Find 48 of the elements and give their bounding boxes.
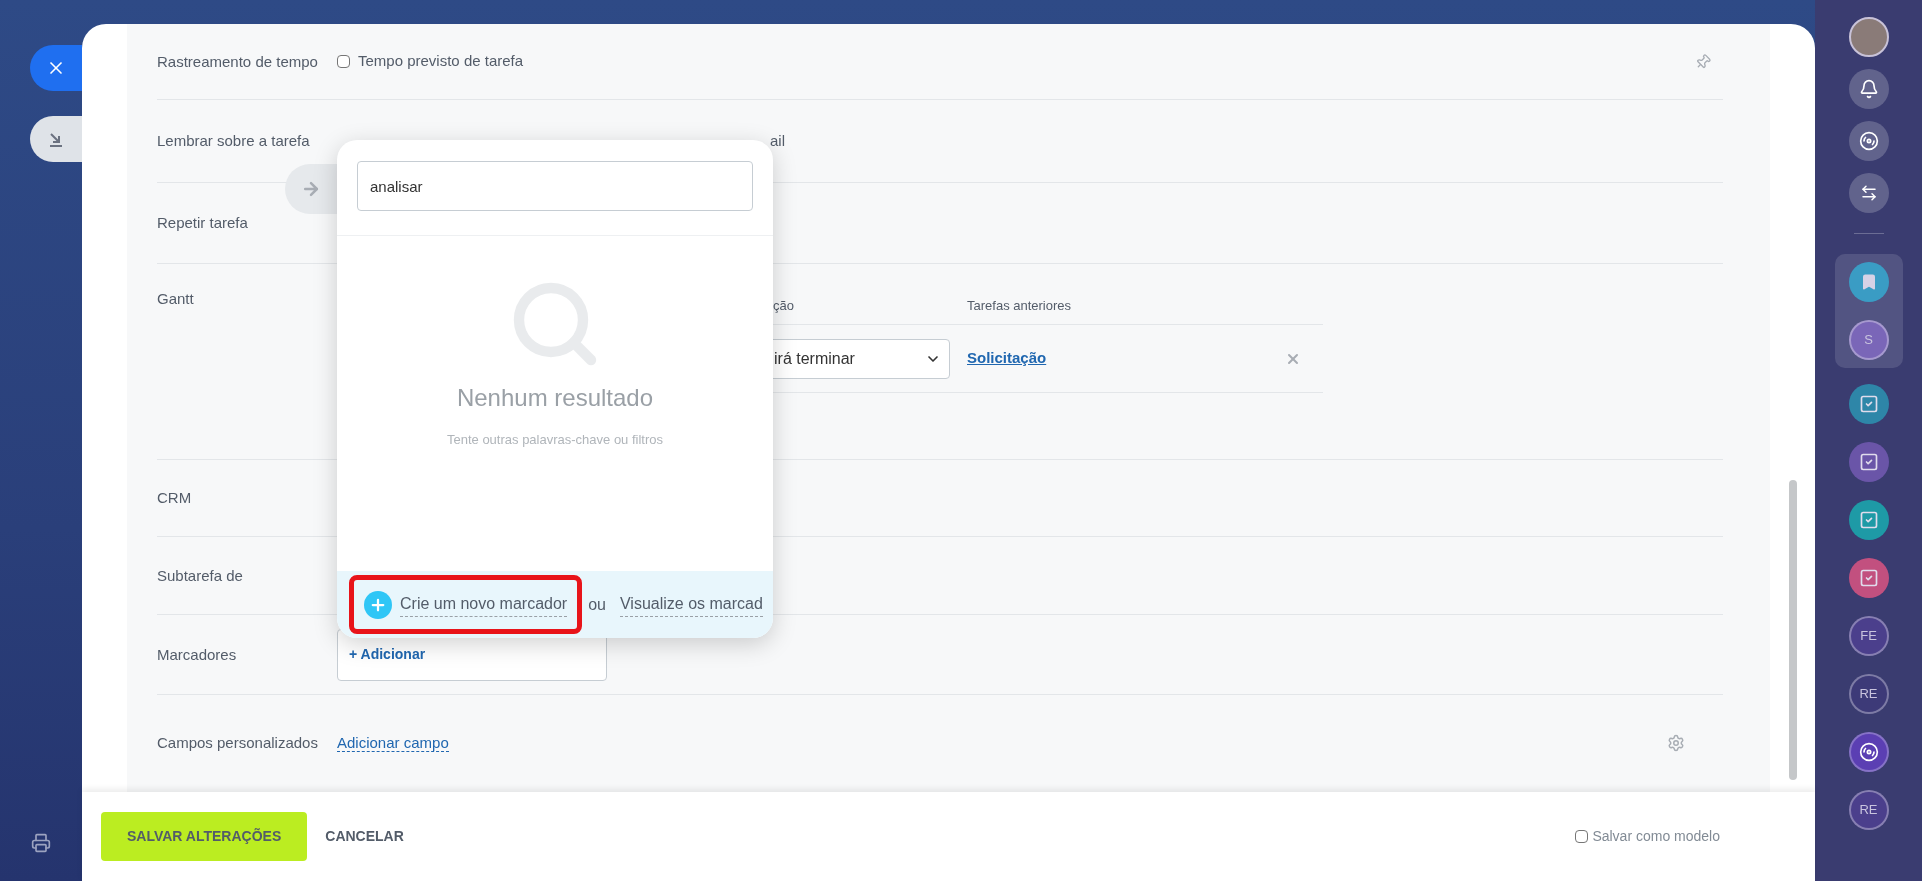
or-text: ou	[588, 594, 606, 615]
add-field-link[interactable]: Adicionar campo	[337, 733, 449, 752]
checkbox-label: Salvar como modelo	[1592, 827, 1720, 846]
field-label: Subtarefa de	[157, 565, 244, 586]
bookmark-button[interactable]	[1848, 262, 1889, 302]
bell-icon	[1858, 79, 1879, 99]
create-tag-button[interactable]: Crie um novo marcador	[349, 575, 583, 634]
avatar[interactable]	[1848, 17, 1889, 57]
field-label: Rastreamento de tempo	[157, 51, 319, 72]
empty-title: Nenhum resultado	[456, 383, 654, 413]
chat-initials[interactable]: RE	[1848, 674, 1889, 714]
empty-hint: Tente outras palavras-chave ou filtros	[446, 431, 664, 449]
field-label: Marcadores	[157, 644, 238, 665]
checkbox-label: Tempo previsto de tarefa	[358, 51, 524, 72]
task-icon	[1858, 510, 1879, 530]
task-button[interactable]	[1848, 384, 1889, 424]
close-button[interactable]	[30, 45, 82, 91]
field-label: Campos personalizados	[157, 732, 319, 753]
field-label: CRM	[157, 488, 193, 508]
task-icon	[1858, 452, 1879, 472]
task-button[interactable]	[1848, 558, 1889, 598]
field-label: Lembrar sobre a tarefa	[157, 131, 311, 151]
save-button[interactable]: SALVAR ALTERAÇÕES	[101, 812, 308, 861]
cancel-button[interactable]: CANCELAR	[325, 826, 404, 847]
notifications-button[interactable]	[1848, 69, 1889, 109]
column-header: Tarefas anteriores	[967, 298, 1072, 314]
column-header: ção	[773, 298, 794, 314]
task-button[interactable]	[1848, 442, 1889, 482]
chat-initials[interactable]: FE	[1848, 616, 1889, 656]
task-button[interactable]	[1848, 500, 1889, 540]
search-field[interactable]: analisar	[357, 161, 753, 211]
task-icon	[1858, 568, 1879, 588]
plus-icon	[364, 590, 392, 619]
printer-icon	[31, 833, 51, 853]
task-link[interactable]: Solicitação	[967, 347, 1047, 370]
minimize-button[interactable]	[30, 116, 82, 162]
exchange-icon	[1859, 184, 1878, 202]
field-label: Repetir tarefa	[157, 213, 249, 233]
scrollbar[interactable]	[1788, 480, 1797, 780]
chat-button[interactable]	[1848, 173, 1889, 213]
view-tags-link[interactable]: Visualize os marcad	[619, 592, 763, 617]
arrow-down-right-icon	[48, 131, 64, 147]
reminder-text: ail	[770, 132, 785, 149]
chat-initials[interactable]: RE	[1848, 790, 1889, 830]
checkbox[interactable]	[337, 55, 350, 68]
task-icon	[1858, 394, 1879, 414]
field-label: Gantt	[157, 289, 195, 309]
checkbox[interactable]	[1575, 830, 1589, 843]
